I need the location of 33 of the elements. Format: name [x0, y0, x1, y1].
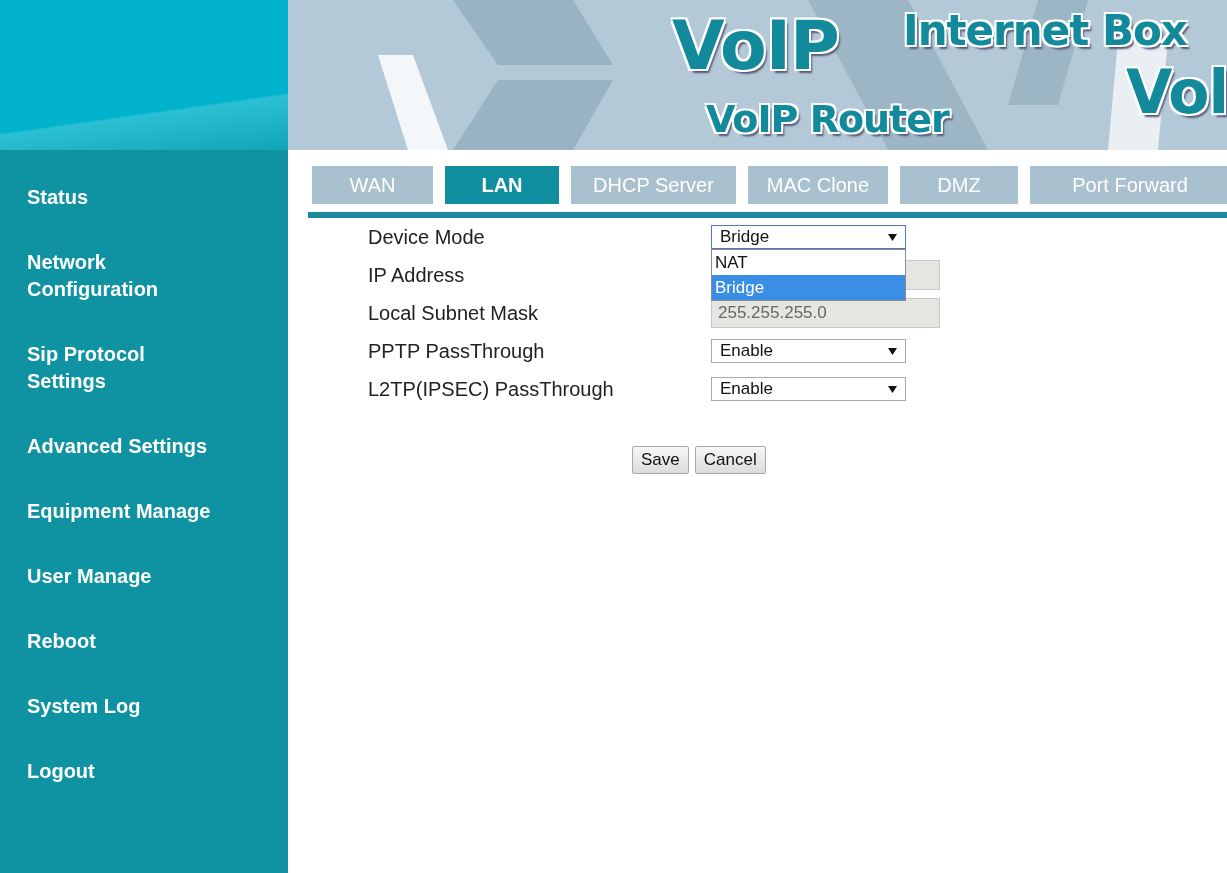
tab[interactable]: MAC Clone	[748, 166, 888, 204]
field-label: IP Address	[368, 263, 466, 287]
tab[interactable]: DMZ	[900, 166, 1018, 204]
select-field[interactable]: Enable	[711, 377, 906, 401]
tab[interactable]: WAN	[312, 166, 433, 204]
sidebar-item[interactable]: Reboot	[27, 628, 227, 655]
field-label: PPTP PassThrough	[368, 339, 546, 363]
tab[interactable]: Port Forward	[1030, 166, 1227, 204]
sidebar-item[interactable]: Network Configuration	[27, 249, 227, 303]
sidebar-item[interactable]: User Manage	[27, 563, 227, 590]
sidebar-item[interactable]: Status	[27, 184, 227, 211]
field-label: Local Subnet Mask	[368, 301, 540, 325]
sidebar-item[interactable]: Sip Protocol Settings	[27, 341, 227, 395]
tagline-text: Internet Box	[903, 10, 1187, 52]
logo-text: Vol	[1126, 62, 1227, 122]
tab[interactable]: DHCP Server	[571, 166, 736, 204]
caret-icon	[888, 347, 897, 355]
select-field[interactable]: Bridge	[711, 225, 906, 249]
sidebar-item[interactable]: System Log	[27, 693, 227, 720]
field-label: L2TP(IPSEC) PassThrough	[368, 377, 615, 401]
form-button[interactable]: Save	[632, 446, 689, 474]
caret-icon	[888, 385, 897, 393]
sidebar-item[interactable]: Logout	[27, 758, 227, 785]
dropdown-option[interactable]: Bridge	[712, 275, 905, 300]
form-button[interactable]: Cancel	[694, 446, 766, 474]
tab[interactable]: LAN	[445, 166, 559, 204]
caret-icon	[888, 233, 897, 241]
product-title: VoIP Router	[706, 100, 949, 138]
sidebar-item[interactable]: Advanced Settings	[27, 433, 227, 460]
field-label: Device Mode	[368, 225, 486, 249]
sidebar-item[interactable]: Equipment Manage	[27, 498, 227, 525]
logo-text: VoIP	[672, 12, 839, 80]
select-field[interactable]: Enable	[711, 339, 906, 363]
